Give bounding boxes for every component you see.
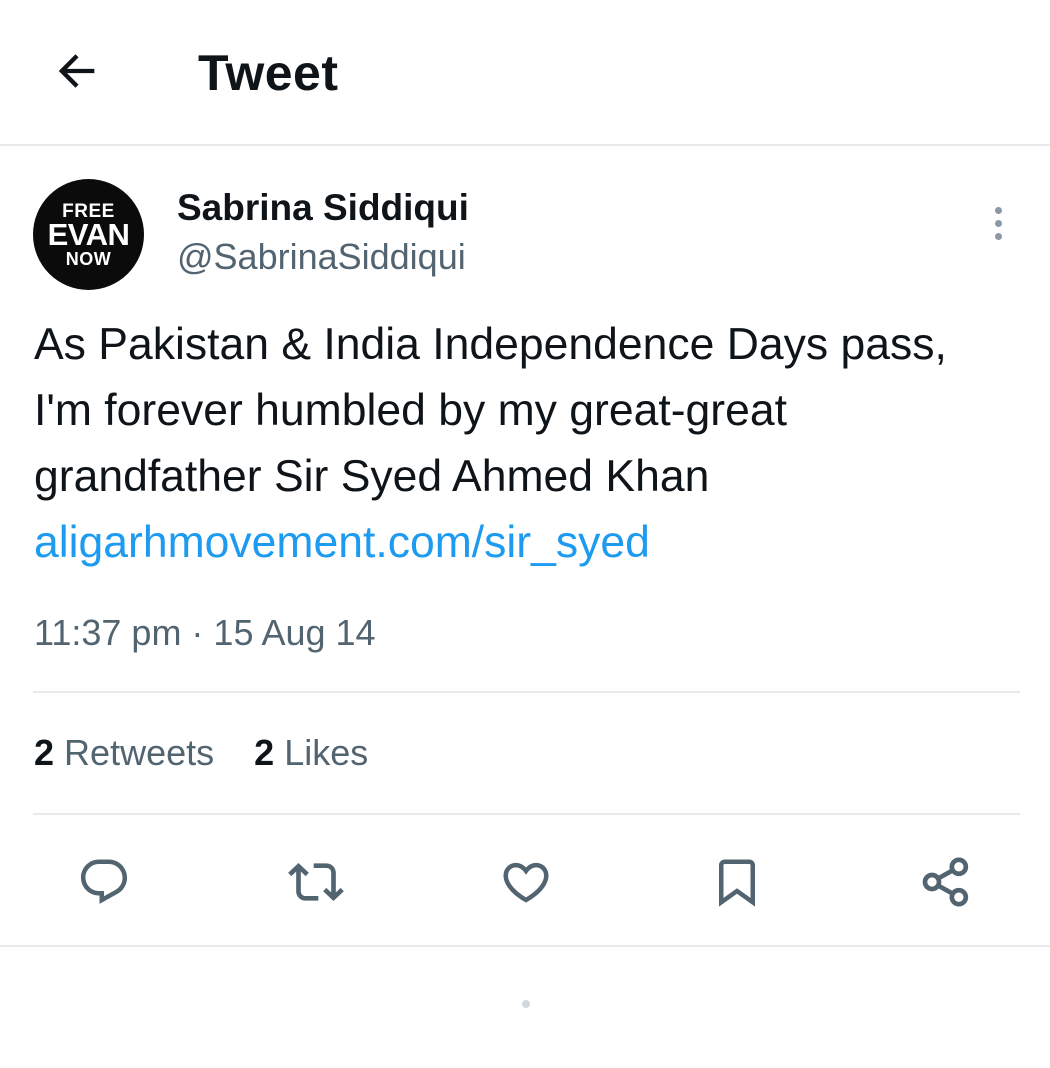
like-button[interactable] [496,852,556,912]
more-vertical-icon-dot [994,219,1002,227]
divider [33,813,1020,815]
retweets-label: Retweets [64,732,215,773]
reply-icon [80,859,128,904]
more-vertical-icon [994,206,1002,214]
bookmark-button[interactable] [707,852,767,912]
divider [33,691,1020,693]
tweet-stats: 2 Retweets 2 Likes [34,732,398,774]
reply-button[interactable] [74,852,134,912]
share-icon [922,857,969,907]
likes-stat[interactable]: 2 Likes [254,732,368,774]
tweet-link[interactable]: aligarhmovement.com/sir_syed [34,518,650,567]
tweet-timestamp: 11:37 pm · 15 Aug 14 [34,612,376,653]
top-app-bar: Tweet [0,0,1050,146]
arrow-left-icon [58,54,95,88]
retweets-stat[interactable]: 2 Retweets [34,732,214,774]
retweets-count: 2 [34,732,55,773]
page-title: Tweet [198,45,339,101]
tweet-text: As Pakistan & India Independence Days pa… [34,312,994,576]
likes-count: 2 [254,732,275,773]
avatar-text-line3: NOW [65,249,112,269]
share-button[interactable] [916,852,976,912]
loading-indicator [522,1000,530,1008]
heart-icon [503,862,549,903]
more-vertical-icon-dot [994,232,1002,240]
retweet-button[interactable] [286,852,346,912]
bookmark-icon [719,859,755,907]
divider [0,945,1050,947]
tweet-body-text: As Pakistan & India Independence Days pa… [34,320,947,501]
more-options-button[interactable] [978,200,1018,246]
avatar-text-line2: EVAN [47,217,130,252]
retweet-icon [288,863,344,901]
author-handle[interactable]: @SabrinaSiddiqui [177,236,466,278]
likes-label: Likes [284,732,369,773]
avatar[interactable]: FREE EVAN NOW [33,179,144,290]
author-name[interactable]: Sabrina Siddiqui [177,187,469,229]
back-button[interactable] [48,42,106,100]
